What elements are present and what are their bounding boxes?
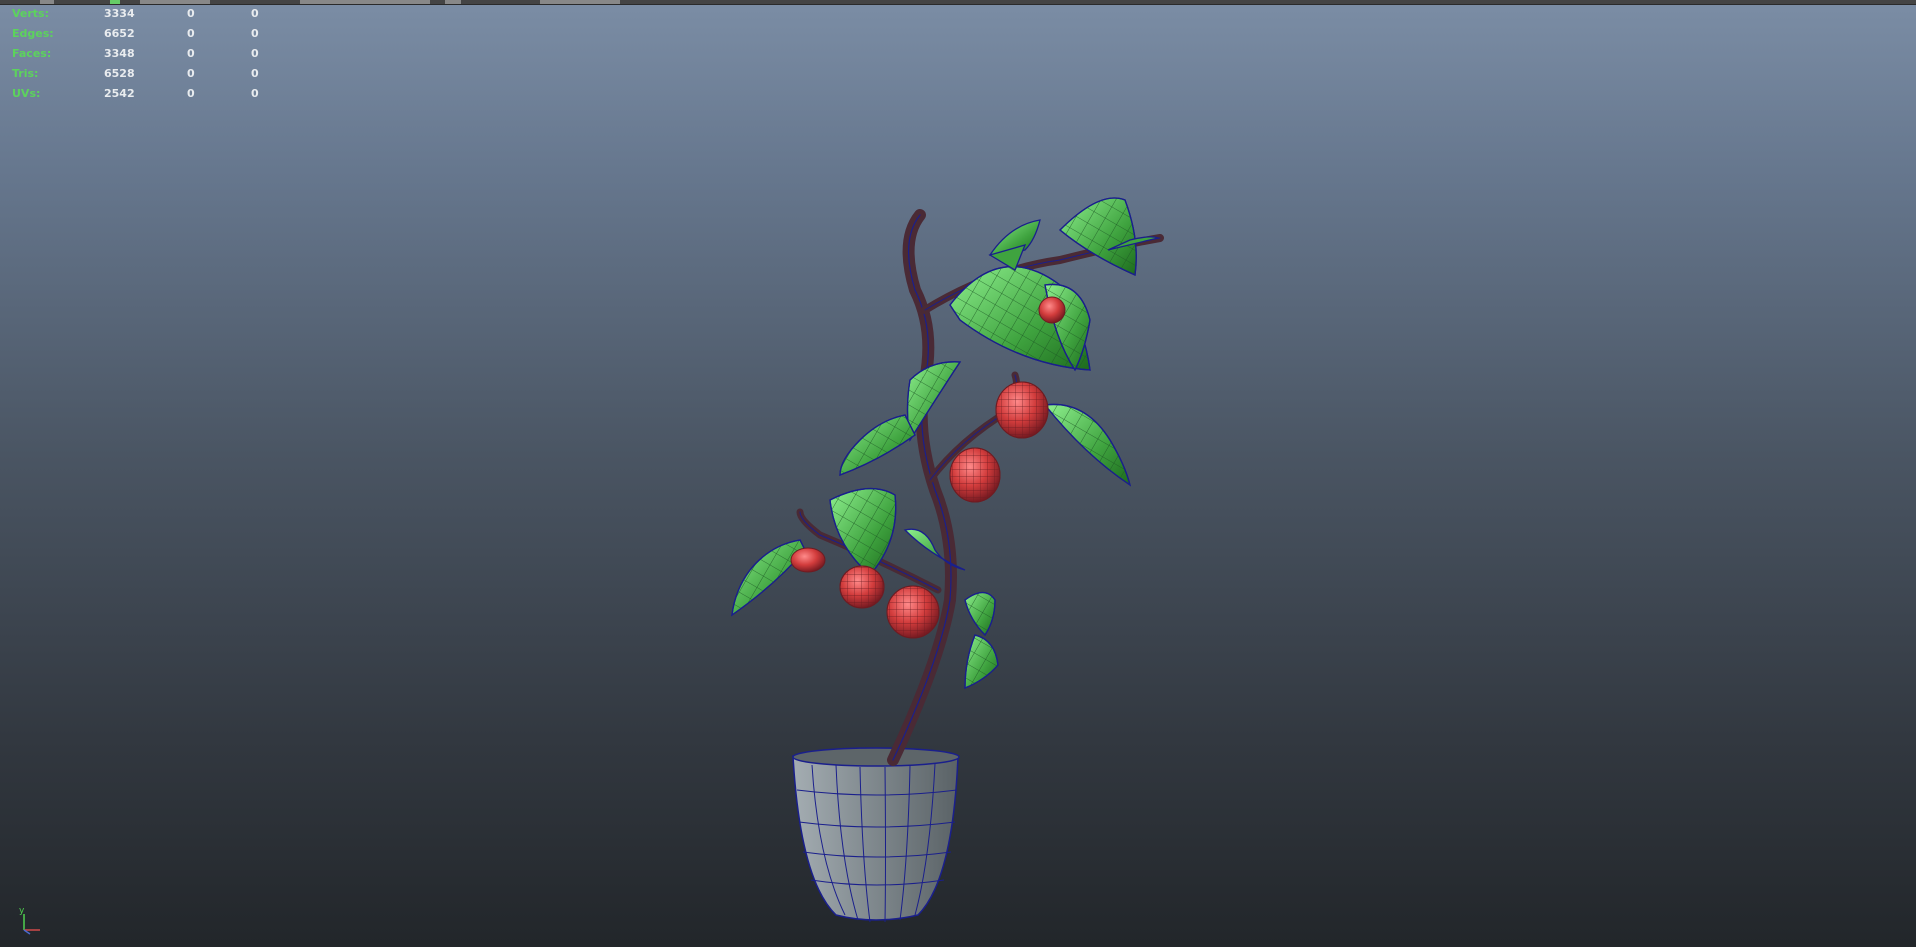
pot[interactable] [792,747,960,923]
view-axis-icon: y [19,906,40,935]
plant-model[interactable] [0,0,1916,947]
axis-y-label: y [19,906,25,916]
3d-viewport[interactable]: Verts: 3334 0 0 Edges: 6652 0 0 Faces: 3… [0,0,1916,947]
